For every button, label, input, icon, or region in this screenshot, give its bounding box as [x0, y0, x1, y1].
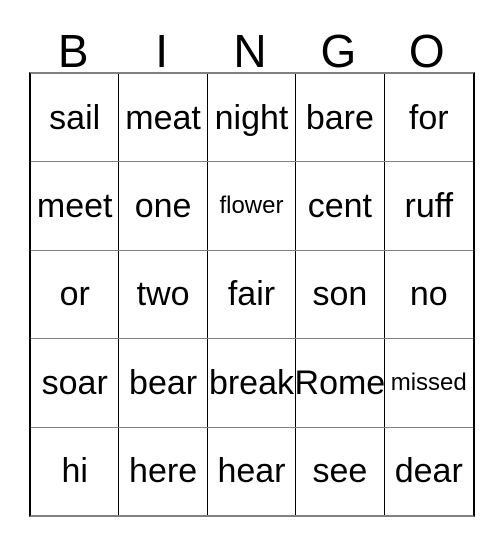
bingo-header-cell: O — [383, 11, 471, 77]
bingo-cell-label: see — [312, 452, 368, 491]
bingo-cell[interactable]: sail — [31, 74, 120, 162]
bingo-row: or two fair son no — [31, 250, 473, 340]
bingo-cell[interactable]: break — [208, 339, 297, 427]
bingo-cell[interactable]: son — [296, 250, 385, 339]
bingo-cell-label: or — [59, 275, 90, 314]
bingo-cell-label: soar — [41, 363, 108, 402]
bingo-header-letter: I — [155, 24, 168, 77]
bingo-cell[interactable]: Rome — [296, 339, 385, 427]
bingo-header-cell: B — [29, 11, 117, 77]
bingo-cell-label: night — [214, 98, 289, 137]
bingo-cell[interactable]: ruff — [385, 162, 473, 249]
bingo-cell[interactable]: flower — [208, 162, 297, 250]
bingo-cell[interactable]: hi — [31, 427, 120, 515]
bingo-cell-label: cent — [307, 187, 372, 226]
bingo-cell-label: bare — [305, 98, 374, 137]
bingo-cell-label: no — [409, 275, 448, 314]
bingo-row: soar bear break Rome missed — [31, 339, 473, 428]
bingo-header-letter: N — [233, 24, 267, 77]
bingo-cell-label: son — [312, 275, 368, 314]
bingo-cell-label: bear — [129, 363, 198, 402]
bingo-cell-label: hear — [217, 452, 286, 491]
bingo-cell[interactable]: fair — [208, 250, 297, 339]
bingo-cell[interactable]: bear — [119, 339, 208, 427]
bingo-cell[interactable]: one — [119, 162, 208, 250]
bingo-cell-label: for — [408, 98, 449, 137]
bingo-cell[interactable]: bare — [296, 74, 385, 162]
bingo-cell[interactable]: here — [119, 427, 208, 515]
bingo-cell[interactable]: for — [385, 74, 473, 161]
bingo-cell[interactable]: see — [296, 427, 385, 515]
bingo-row: meet one flower cent ruff — [31, 162, 473, 251]
bingo-card: B I NGO sail meat night bare for meet one flower c… — [29, 11, 475, 517]
bingo-cell[interactable]: meat — [119, 74, 208, 162]
bingo-cell[interactable]: missed — [385, 339, 473, 426]
bingo-cell-label: break — [208, 363, 294, 402]
bingo-header-cell: N — [206, 11, 294, 77]
bingo-header-row: B I NGO — [29, 11, 471, 77]
bingo-cell[interactable]: two — [119, 250, 208, 339]
bingo-cell-label: one — [134, 187, 192, 226]
bingo-cell-label: flower — [219, 192, 284, 220]
bingo-cell[interactable]: cent — [296, 162, 385, 250]
bingo-cell[interactable]: night — [208, 74, 297, 162]
bingo-header-letter: B — [57, 24, 89, 77]
bingo-cell[interactable]: meet — [31, 162, 120, 250]
bingo-cell-label: meat — [125, 98, 201, 137]
bingo-cell-label: missed — [390, 368, 467, 396]
bingo-cell-label: fair — [227, 275, 276, 314]
bingo-cell-label: Rome — [296, 363, 385, 402]
bingo-cell[interactable]: no — [385, 251, 473, 338]
bingo-cell-label: ruff — [404, 187, 454, 226]
bingo-row: sail meat night bare for — [31, 74, 473, 163]
bingo-header-cell: G — [294, 11, 382, 77]
bingo-cell-label: dear — [394, 452, 463, 491]
bingo-header-cell: I — [117, 11, 205, 77]
bingo-cell[interactable]: soar — [31, 339, 120, 427]
bingo-cell-label: here — [129, 452, 198, 491]
bingo-cell[interactable]: hear — [208, 427, 297, 515]
bingo-cell[interactable]: dear — [385, 428, 473, 515]
bingo-header-letter: G — [320, 24, 357, 77]
bingo-grid: sail meat night bare for meet one flower cent ruf… — [29, 72, 475, 517]
bingo-cell-label: hi — [61, 452, 88, 491]
bingo-cell[interactable]: or — [31, 250, 120, 339]
bingo-header-letter: O — [408, 24, 445, 77]
bingo-cell-label: sail — [49, 98, 101, 137]
bingo-cell-label: meet — [36, 187, 113, 226]
bingo-row: hi here hear see dear — [31, 427, 473, 515]
bingo-cell-label: two — [136, 275, 190, 314]
